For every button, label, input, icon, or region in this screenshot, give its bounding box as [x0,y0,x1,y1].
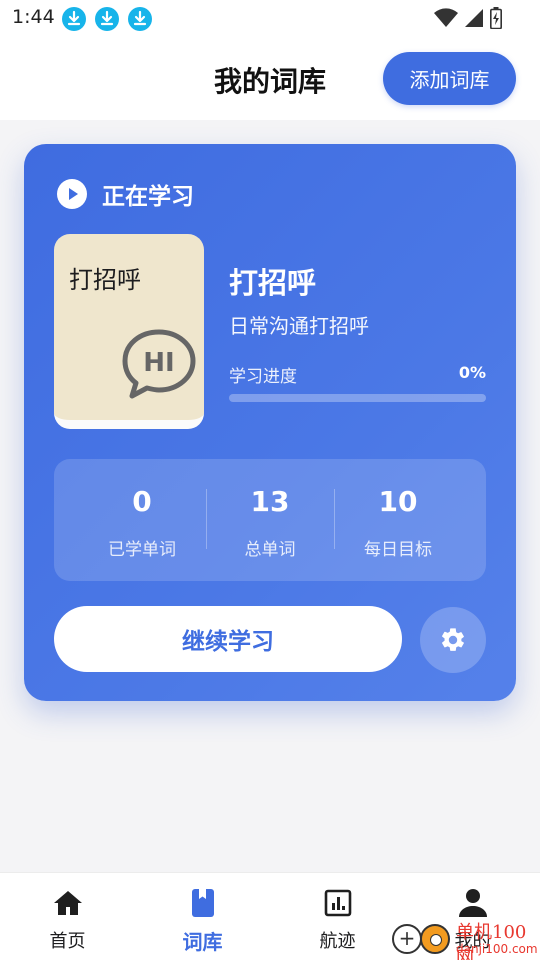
system-icons [434,7,502,29]
watermark-emblem-icon [420,924,450,954]
stat-daily-goal-label: 每日目标 [364,540,432,560]
play-icon [56,178,88,210]
progress-value: 0% [458,363,486,382]
watermark-url: danji100.com [456,942,538,956]
nav-item-home[interactable]: 首页 [0,873,135,960]
current-study-label: 正在学习 [102,184,194,210]
nav-item-track[interactable]: 航迹 [270,873,405,960]
battery-charging-icon [490,7,502,29]
hi-speech-bubble-icon: HI [120,328,198,400]
download-icon [128,7,152,31]
stat-total-label: 总单词 [244,540,296,560]
person-icon [457,887,489,919]
add-wordbank-button[interactable]: 添加词库 [383,52,516,105]
stat-daily-goal: 10 每日目标 [334,459,462,581]
watermark-logo: + 单机100网 danji100.com [392,916,540,960]
svg-text:HI: HI [143,348,174,378]
stat-daily-goal-value: 10 [378,485,418,518]
nav-item-label: 词库 [182,930,223,954]
plus-icon: + [392,924,422,954]
gear-icon [442,628,464,651]
stat-total: 13 总单词 [206,459,334,581]
book-description: 日常沟通打招呼 [229,314,369,338]
settings-button[interactable] [420,607,486,673]
book-cover[interactable]: 打招呼 HI [54,234,204,429]
continue-learning-button[interactable]: 继续学习 [54,606,402,672]
nav-item-wordbank[interactable]: 词库 [135,873,270,960]
stat-learned-label: 已学单词 [108,540,176,560]
progress-bar [229,394,486,402]
wifi-icon [434,8,458,27]
stat-learned: 0 已学单词 [78,459,206,581]
nav-item-label: 航迹 [319,931,356,952]
book-cover-title: 打招呼 [69,266,141,294]
status-bar: 1:44 [0,0,540,36]
stat-learned-value: 0 [132,485,152,518]
download-icon [62,7,86,31]
current-study-card: 正在学习 打招呼 HI 打招呼 日常沟通打招呼 学习进度 0% 0 已学单词 1… [24,144,516,701]
nav-item-label: 首页 [49,931,86,952]
book-icon [187,887,219,919]
current-study-header: 正在学习 [56,177,194,211]
book-title: 打招呼 [229,266,317,300]
home-icon [52,887,84,919]
stat-total-value: 13 [250,485,290,518]
chart-icon [322,887,354,919]
download-icon [95,7,119,31]
progress-label: 学习进度 [229,367,297,387]
signal-icon [465,9,483,27]
status-time: 1:44 [12,6,55,28]
stats-panel: 0 已学单词 13 总单词 10 每日目标 [54,459,486,581]
